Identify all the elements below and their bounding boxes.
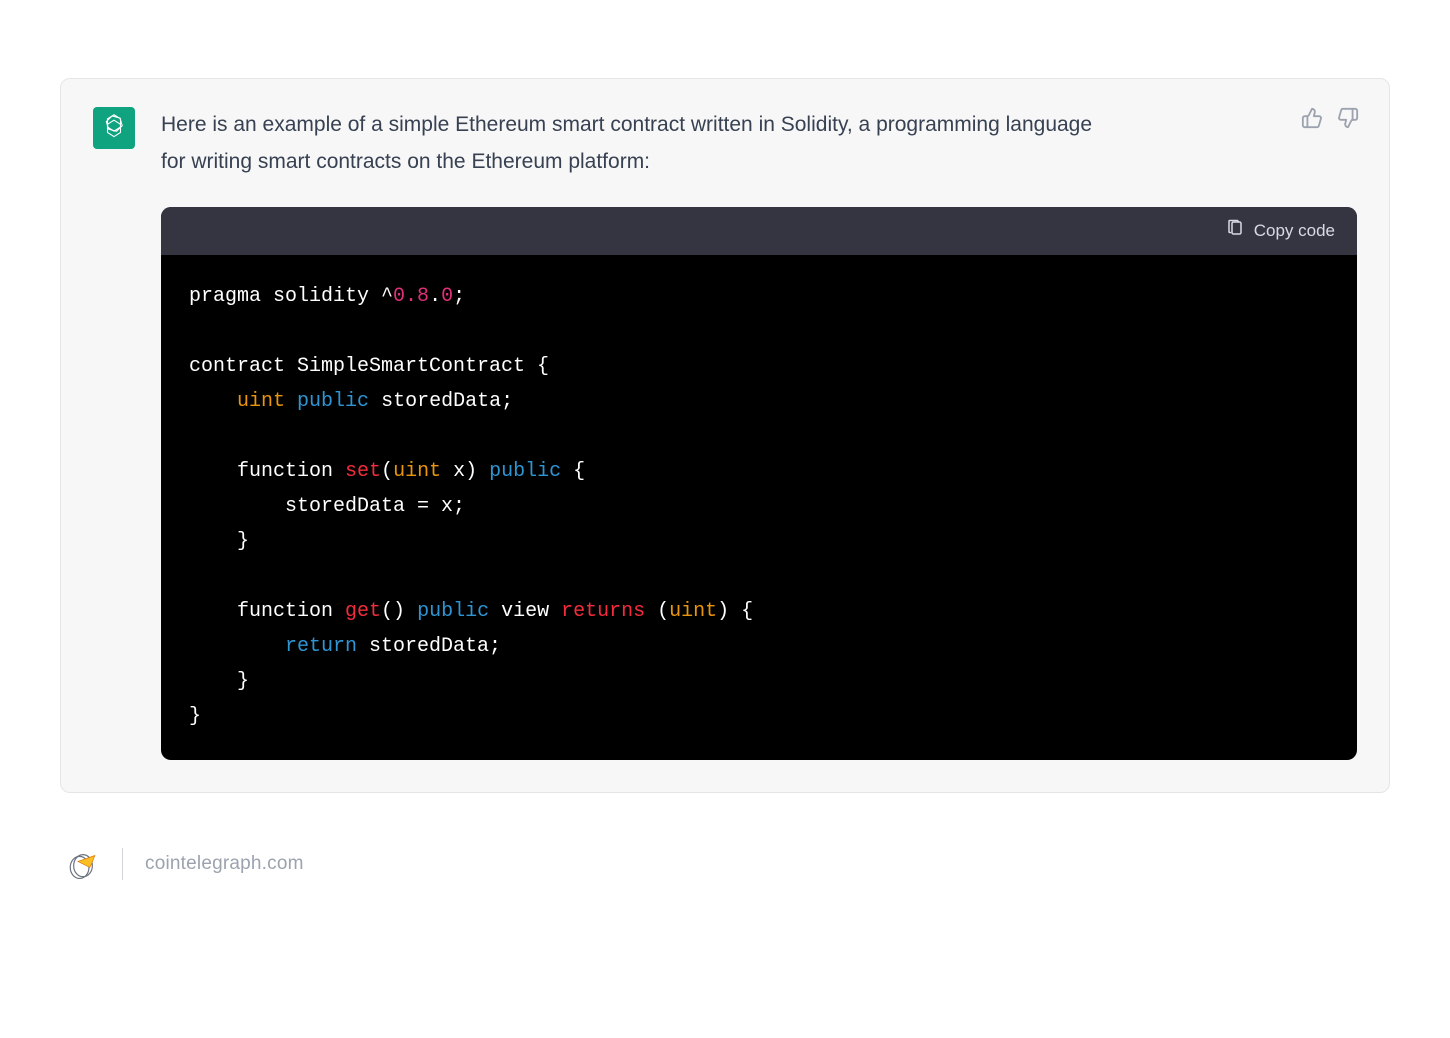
message-text: Here is an example of a simple Ethereum … [161, 107, 1121, 181]
thumbs-down-button[interactable] [1337, 107, 1359, 129]
thumbs-up-button[interactable] [1301, 107, 1323, 129]
footer-divider [122, 848, 123, 880]
copy-code-button[interactable]: Copy code [1226, 219, 1335, 242]
message-content: Here is an example of a simple Ethereum … [161, 107, 1357, 760]
assistant-avatar [93, 107, 135, 149]
thumbs-up-icon [1301, 116, 1323, 133]
code-header: Copy code [161, 207, 1357, 255]
thumbs-down-icon [1337, 116, 1359, 133]
clipboard-icon [1226, 219, 1244, 242]
attribution-text: cointelegraph.com [145, 853, 304, 875]
chat-message: Here is an example of a simple Ethereum … [60, 78, 1390, 793]
code-content: pragma solidity ^0.8.0; contract SimpleS… [161, 255, 1357, 760]
copy-code-label: Copy code [1254, 221, 1335, 241]
cointelegraph-logo-icon [66, 847, 100, 881]
openai-logo-icon [100, 112, 128, 145]
code-block: Copy code pragma solidity ^0.8.0; contra… [161, 207, 1357, 760]
feedback-buttons [1301, 107, 1359, 129]
attribution-footer: cointelegraph.com [60, 847, 1390, 881]
